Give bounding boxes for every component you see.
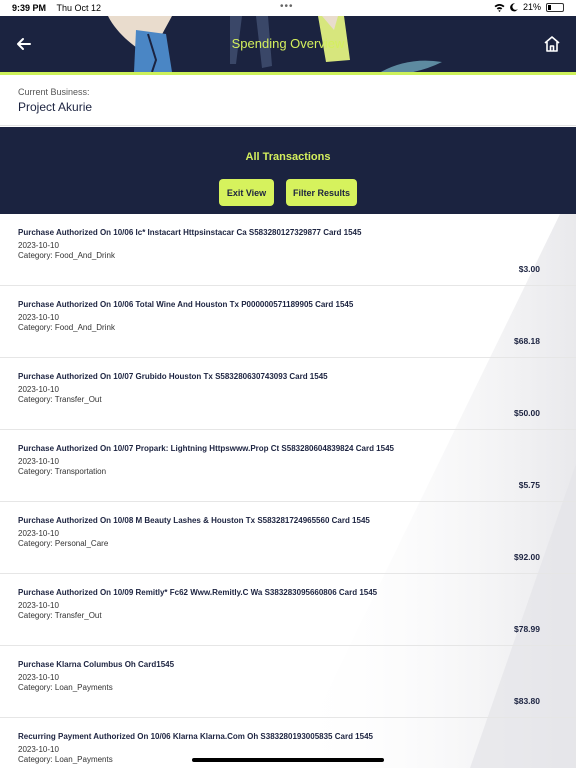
transaction-description: Recurring Payment Authorized On 10/06 Kl… (18, 732, 373, 741)
transaction-row[interactable]: Purchase Klarna Columbus Oh Card1545 202… (0, 646, 576, 718)
transaction-row[interactable]: Purchase Authorized On 10/08 M Beauty La… (0, 502, 576, 574)
current-business-name: Project Akurie (18, 100, 93, 114)
transaction-date: 2023-10-10 (18, 529, 59, 538)
home-icon[interactable] (542, 34, 562, 54)
transaction-date: 2023-10-10 (18, 313, 59, 322)
transaction-category: Category: Personal_Care (18, 539, 109, 548)
transaction-row[interactable]: Purchase Authorized On 10/06 Ic* Instaca… (0, 214, 576, 286)
transaction-row[interactable]: Purchase Authorized On 10/07 Grubido Hou… (0, 358, 576, 430)
transaction-row[interactable]: Purchase Authorized On 10/09 Remitly* Fc… (0, 574, 576, 646)
transaction-category: Category: Transfer_Out (18, 395, 102, 404)
transaction-category: Category: Food_And_Drink (18, 251, 115, 260)
app-header: Spending Overview (0, 16, 576, 72)
transaction-description: Purchase Authorized On 10/09 Remitly* Fc… (18, 588, 378, 597)
page-title: Spending Overview (231, 36, 345, 51)
transaction-date: 2023-10-10 (18, 745, 59, 754)
battery-percent: 21% (522, 2, 541, 12)
exit-view-button[interactable]: Exit View (219, 179, 274, 206)
transaction-amount: $5.75 (518, 480, 540, 490)
transaction-category: Category: Loan_Payments (18, 683, 113, 692)
transaction-date: 2023-10-10 (18, 601, 59, 610)
transaction-amount: $92.00 (514, 552, 540, 562)
wifi-icon (494, 3, 505, 12)
transaction-description: Purchase Authorized On 10/06 Ic* Instaca… (18, 228, 362, 237)
filter-results-button[interactable]: Filter Results (286, 179, 357, 206)
current-business-label: Current Business: (18, 87, 90, 97)
transaction-description: Purchase Authorized On 10/07 Grubido Hou… (18, 372, 328, 381)
transaction-date: 2023-10-10 (18, 457, 59, 466)
transaction-category: Category: Loan_Payments (18, 755, 113, 764)
transaction-date: 2023-10-10 (18, 241, 59, 250)
transaction-description: Purchase Authorized On 10/07 Propark: Li… (18, 444, 394, 453)
status-date: Thu Oct 12 (56, 3, 102, 13)
multitasking-dots-icon[interactable]: ••• (280, 1, 294, 12)
transaction-list[interactable]: Purchase Authorized On 10/06 Ic* Instaca… (0, 214, 576, 768)
transactions-panel: All Transactions Exit View Filter Result… (0, 127, 576, 214)
transaction-category: Category: Food_And_Drink (18, 323, 115, 332)
status-bar: 9:39 PM Thu Oct 12 ••• 21% (0, 0, 576, 16)
transaction-amount: $3.00 (518, 264, 540, 274)
moon-icon (510, 2, 518, 11)
transaction-date: 2023-10-10 (18, 673, 59, 682)
transaction-row[interactable]: Purchase Authorized On 10/06 Total Wine … (0, 286, 576, 358)
transaction-description: Purchase Authorized On 10/06 Total Wine … (18, 300, 354, 309)
transaction-row[interactable]: Purchase Authorized On 10/07 Propark: Li… (0, 430, 576, 502)
transaction-description: Purchase Authorized On 10/08 M Beauty La… (18, 516, 370, 525)
home-indicator-bar[interactable] (192, 758, 384, 762)
transaction-description: Purchase Klarna Columbus Oh Card1545 (18, 660, 175, 669)
battery-icon (546, 2, 564, 12)
transaction-amount: $68.18 (514, 336, 540, 346)
transaction-category: Category: Transportation (18, 467, 107, 476)
current-business-section: Current Business: Project Akurie (0, 75, 576, 126)
status-time: 9:39 PM (12, 3, 47, 13)
transaction-date: 2023-10-10 (18, 385, 59, 394)
transaction-amount: $78.99 (514, 624, 540, 634)
transaction-amount: $83.80 (514, 696, 540, 706)
transaction-amount: $50.00 (514, 408, 540, 418)
transaction-category: Category: Transfer_Out (18, 611, 102, 620)
transactions-heading: All Transactions (245, 151, 331, 163)
